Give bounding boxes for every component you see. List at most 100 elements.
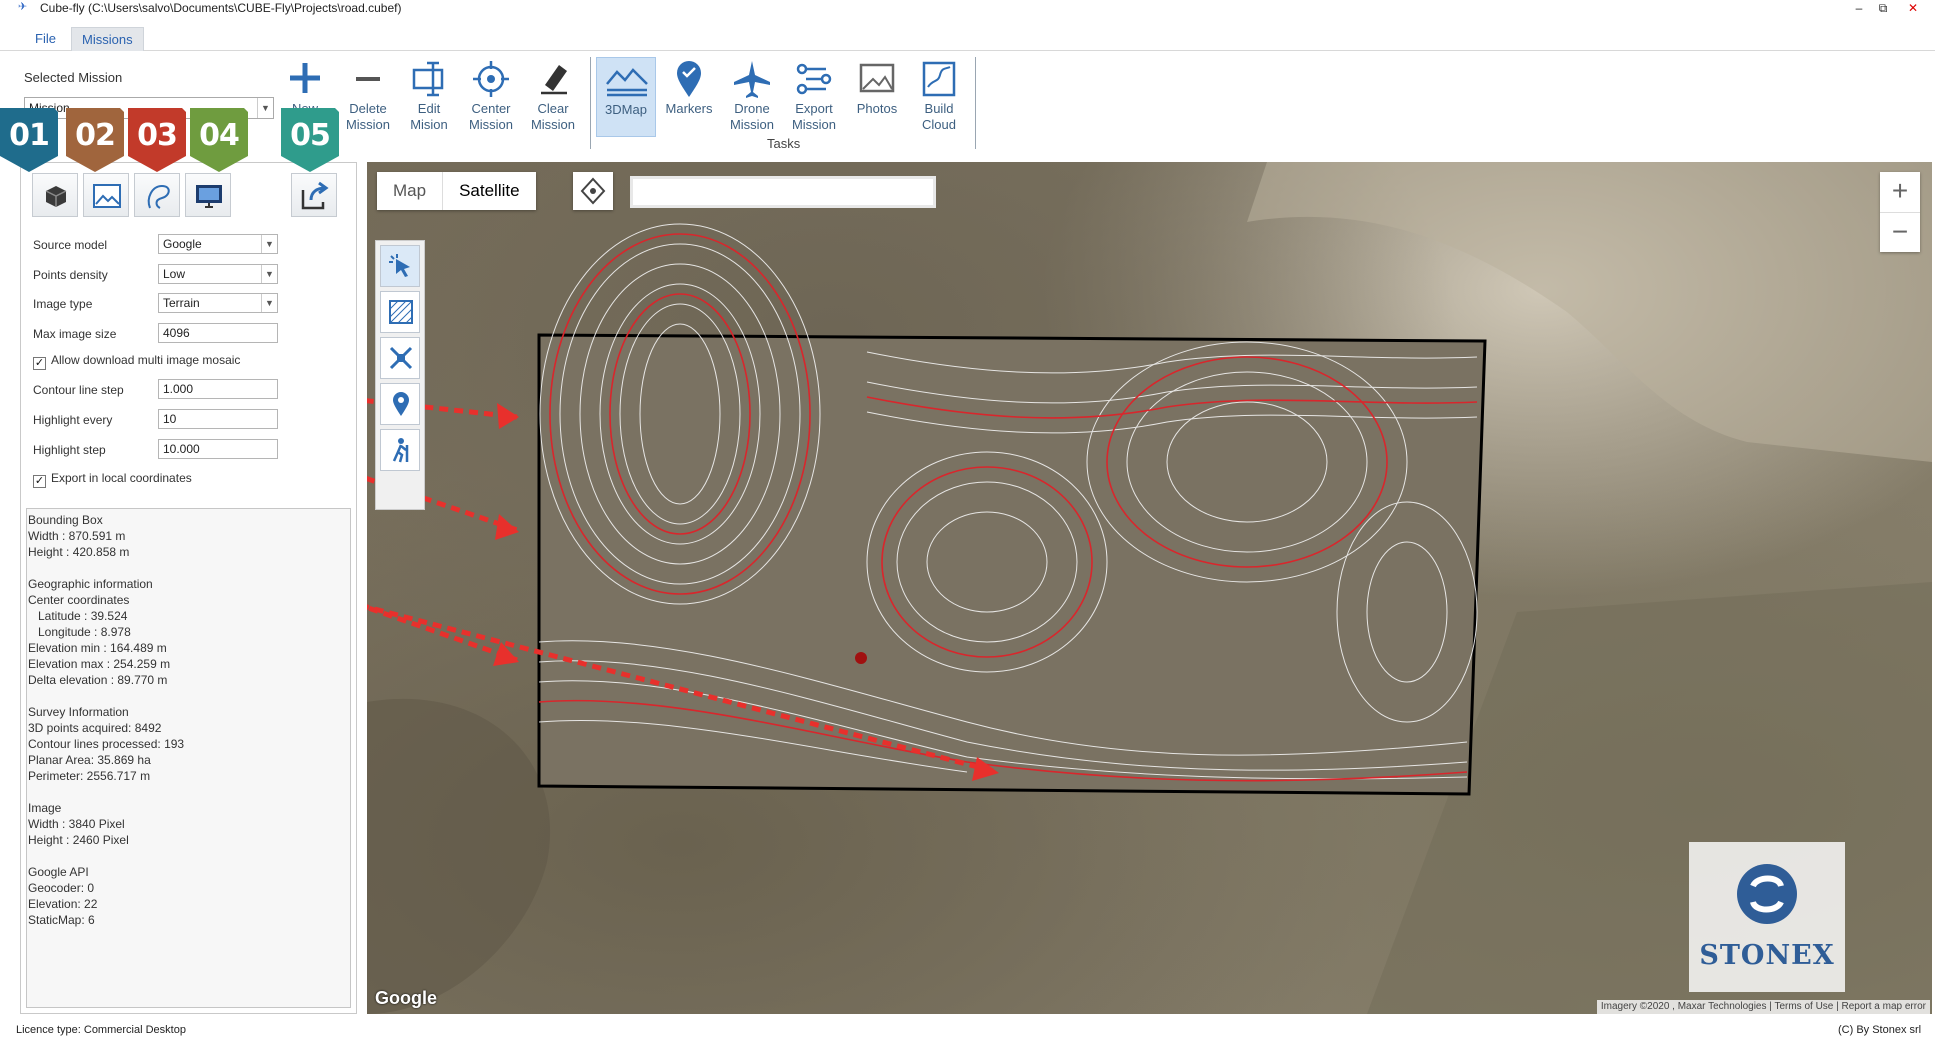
info-line: Delta elevation : 89.770 m — [28, 673, 168, 687]
info-line: Height : 420.858 m — [28, 545, 130, 559]
landscape-image-icon — [93, 184, 121, 208]
info-line: Geocoder: 0 — [28, 881, 95, 895]
hiker-icon — [392, 438, 409, 463]
stonex-watermark-text: STONEX — [1699, 940, 1835, 971]
airplane-icon — [734, 61, 770, 98]
menu-missions[interactable]: Missions — [71, 27, 144, 51]
select-tool-button[interactable] — [380, 245, 420, 287]
close-button[interactable]: ✕ — [1902, 0, 1924, 16]
allow-mosaic-checkbox[interactable]: ✓ Allow download multi image mosaic — [33, 353, 240, 370]
build-cloud-icon — [922, 61, 956, 97]
info-line: Planar Area: 35.869 ha — [28, 753, 151, 767]
highlight-step-label: Highlight step — [33, 443, 106, 457]
ribbon-separator — [590, 57, 591, 149]
points-density-select[interactable]: Low ▼ — [158, 264, 278, 284]
fit-tool-button[interactable] — [380, 337, 420, 379]
info-line: Perimeter: 2556.717 m — [28, 769, 151, 783]
map-attribution[interactable]: Imagery ©2020 , Maxar Technologies | Ter… — [1596, 1000, 1930, 1014]
info-line: Height : 2460 Pixel — [28, 833, 129, 847]
source-model-select[interactable]: Google ▼ — [158, 234, 278, 254]
app-icon: ✈ — [18, 1, 28, 13]
info-line: Longitude : 8.978 — [28, 625, 131, 639]
monitor-button[interactable] — [185, 173, 231, 217]
build-cloud-label-1: Build — [924, 101, 954, 116]
restore-button[interactable]: ⧉ — [1872, 0, 1894, 16]
cursor-click-icon — [389, 254, 410, 277]
map-view[interactable]: Map Satellite + − Google STONEX Imagery ©… — [367, 162, 1932, 1014]
step-badge-01: 01 — [0, 108, 58, 172]
menu-file[interactable]: File — [25, 27, 66, 51]
build-cloud-button[interactable]: Build Cloud — [909, 57, 969, 137]
export-mission-label-2: Mission — [791, 117, 837, 132]
max-image-size-input[interactable]: 4096 — [158, 323, 278, 343]
map-search-input[interactable] — [630, 176, 936, 208]
checkbox-checked-icon: ✓ — [33, 357, 46, 370]
export-local-label: Export in local coordinates — [51, 471, 192, 485]
plus-icon — [290, 63, 320, 93]
export-button[interactable] — [291, 173, 337, 217]
edit-mission-label-2: Mision — [410, 117, 448, 132]
walk-tool-button[interactable] — [380, 429, 420, 471]
3dmap-label: 3DMap — [605, 102, 647, 117]
drone-mission-button[interactable]: Drone Mission — [722, 57, 782, 137]
image-type-select[interactable]: Terrain ▼ — [158, 293, 278, 313]
highlight-step-input[interactable]: 10.000 — [158, 439, 278, 459]
center-mission-label-1: Center — [471, 101, 511, 116]
delete-mission-button[interactable]: Delete Mission — [338, 57, 398, 137]
stonex-watermark: STONEX — [1689, 842, 1845, 992]
step-badge-04: 04 — [190, 108, 248, 172]
clear-mission-button[interactable]: Clear Mission — [523, 57, 583, 137]
markers-button[interactable]: Markers — [659, 57, 719, 137]
diamond-pin-icon — [580, 177, 606, 205]
licence-type: Licence type: Commercial Desktop — [16, 1024, 186, 1036]
draw-polygon-button[interactable] — [573, 172, 613, 210]
zoom-out-button[interactable]: − — [1880, 212, 1920, 252]
contour-button[interactable] — [134, 173, 180, 217]
allow-mosaic-label: Allow download multi image mosaic — [51, 353, 241, 367]
info-line: Width : 3840 Pixel — [28, 817, 125, 831]
contour-line-step-label: Contour line step — [33, 383, 124, 397]
source-model-label: Source model — [33, 238, 108, 252]
photos-button[interactable]: Photos — [847, 57, 907, 137]
monitor-icon — [196, 185, 222, 208]
map-type-satellite[interactable]: Satellite — [442, 172, 535, 210]
info-line: Center coordinates — [28, 593, 130, 607]
zoom-in-button[interactable]: + — [1880, 172, 1920, 212]
edit-icon — [412, 61, 444, 97]
window-title: Cube-fly (C:\Users\salvo\Documents\CUBE-… — [40, 1, 402, 15]
hatched-area-icon — [389, 300, 413, 324]
minus-icon — [356, 77, 380, 81]
minimize-button[interactable]: ‒ — [1848, 0, 1870, 16]
max-image-size-label: Max image size — [33, 327, 117, 341]
export-mission-button[interactable]: Export Mission — [784, 57, 844, 137]
marker-tool-button[interactable] — [380, 383, 420, 425]
step-badge-03: 03 — [128, 108, 186, 172]
export-route-icon — [796, 63, 832, 95]
drone-mission-label-1: Drone — [734, 101, 770, 116]
image-button[interactable] — [83, 173, 129, 217]
model-3d-button[interactable] — [32, 173, 78, 217]
3dmap-button[interactable]: 3DMap — [596, 57, 656, 137]
contour-line-step-input[interactable]: 1.000 — [158, 379, 278, 399]
center-mission-button[interactable]: Center Mission — [461, 57, 521, 137]
info-line: Survey Information — [28, 705, 129, 719]
edit-mission-button[interactable]: Edit Mision — [399, 57, 459, 137]
status-bar: Licence type: Commercial Desktop (C) By … — [0, 1020, 1935, 1040]
info-line: Elevation: 22 — [28, 897, 98, 911]
area-tool-button[interactable] — [380, 291, 420, 333]
export-mission-label-1: Export — [795, 101, 833, 116]
image-type-label: Image type — [33, 297, 93, 311]
menu-bar: File Missions — [0, 27, 1935, 51]
photo-icon — [859, 63, 895, 93]
info-line: Image — [28, 801, 62, 815]
tasks-group-label: Tasks — [767, 136, 801, 151]
info-line: Bounding Box — [28, 513, 103, 527]
map-type-map[interactable]: Map — [377, 172, 442, 210]
info-line: Contour lines processed: 193 — [28, 737, 185, 751]
export-local-checkbox[interactable]: ✓ Export in local coordinates — [33, 471, 192, 488]
stonex-logo-icon — [1737, 864, 1797, 924]
highlight-every-input[interactable]: 10 — [158, 409, 278, 429]
highlight-every-label: Highlight every — [33, 413, 113, 427]
info-line: 3D points acquired: 8492 — [28, 721, 162, 735]
map-pin-icon — [393, 392, 409, 416]
